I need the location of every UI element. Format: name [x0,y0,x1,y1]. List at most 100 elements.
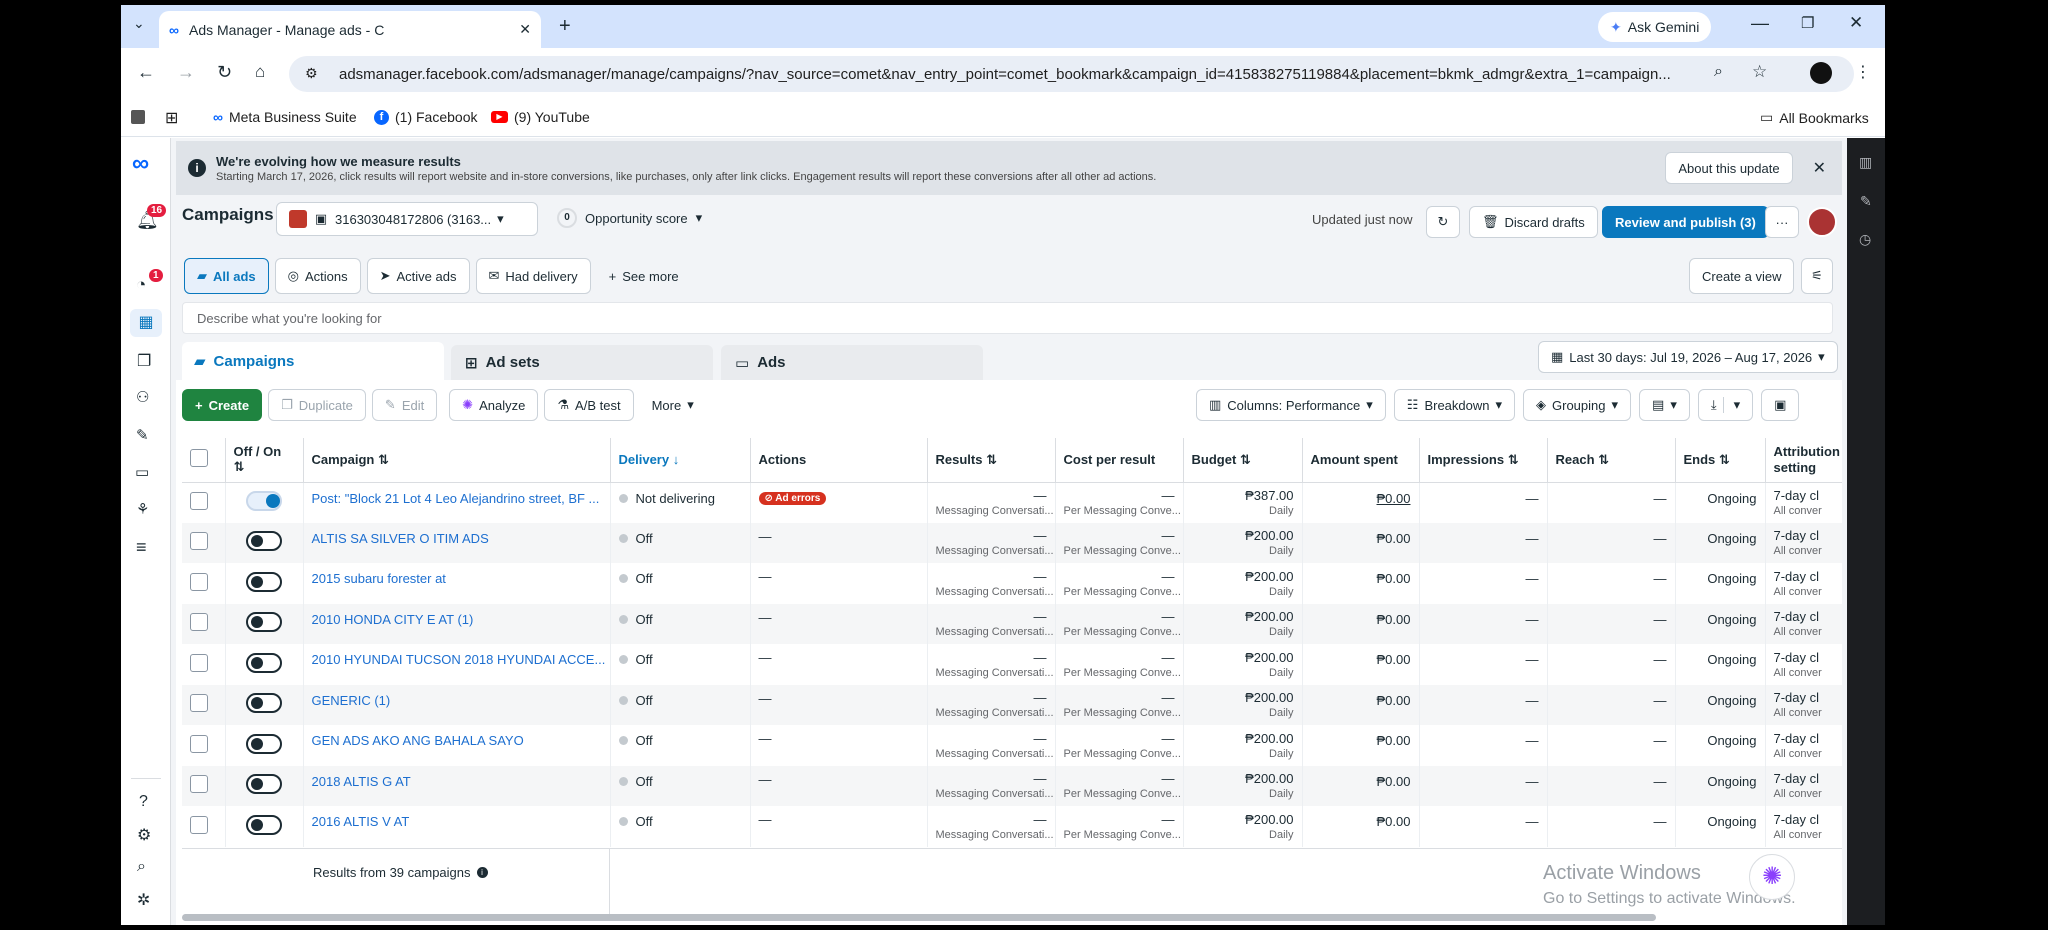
row-checkbox[interactable] [190,653,208,672]
search-input[interactable]: Describe what you're looking for [182,302,1833,334]
billing-icon[interactable]: ▭ [135,463,149,481]
filter-all-ads[interactable]: ▰ All ads [184,258,269,294]
ab-test-button[interactable]: ⚗ A/B test [544,389,634,421]
filter-actions[interactable]: ◎ Actions [274,258,361,294]
edit-button[interactable]: ✎ Edit [371,389,438,421]
campaign-toggle[interactable] [246,612,282,633]
all-bookmarks[interactable]: ▭ All Bookmarks [1760,109,1869,126]
business-settings-icon[interactable]: ⚘ [136,500,149,518]
zoom-icon[interactable]: ⌕ [1714,63,1723,81]
more-button[interactable]: More ▾ [639,389,706,421]
opportunity-score[interactable]: 0 Opportunity score ▾ [557,208,702,228]
table-row[interactable]: 2016 ALTIS V AT Off — — Messaging Conversati… [182,806,1842,847]
table-row[interactable]: 2010 HONDA CITY E AT (1) Off — — Messaging C… [182,603,1842,644]
all-tools-icon[interactable]: ≡ [136,537,147,558]
col-cost-per-result[interactable]: Cost per result [1055,438,1184,483]
info-icon[interactable]: i [476,867,488,878]
campaign-name-link[interactable]: Post: "Block 21 Lot 4 Leo Alejandrino st… [312,491,600,506]
chart-icon[interactable]: ▥ [1859,154,1872,171]
ads-manager-nav-icon[interactable]: ▦ [130,309,162,337]
user-avatar[interactable] [1807,207,1837,237]
campaign-name-link[interactable]: 2010 HYUNDAI TUCSON 2018 HYUNDAI ACCE... [312,652,606,667]
col-impressions[interactable]: Impressions ⇅ [1419,438,1548,483]
home-icon[interactable]: ⌂ [255,62,265,82]
campaign-toggle[interactable] [246,774,282,795]
filter-had-delivery[interactable]: ✉ Had delivery [475,258,591,294]
campaign-name-link[interactable]: 2016 ALTIS V AT [312,814,410,829]
row-checkbox[interactable] [190,734,208,753]
reload-icon[interactable]: ↻ [217,62,232,83]
tab-search-chevron-icon[interactable]: ⌄ [133,15,145,32]
campaign-name-link[interactable]: 2018 ALTIS G AT [312,774,411,789]
budget-value[interactable]: ₱200.00 [1245,609,1293,624]
discard-drafts-button[interactable]: 🗑︎ Discard drafts [1469,206,1598,238]
campaign-name-link[interactable]: GEN ADS AKO ANG BAHALA SAYO [312,733,524,748]
new-tab-icon[interactable]: + [559,15,571,38]
duplicate-button[interactable]: ❐ Duplicate [268,389,366,421]
tab-ad-sets[interactable]: ⊞ Ad sets [451,345,713,380]
chrome-menu-icon[interactable]: ⋮ [1855,62,1871,82]
col-campaign[interactable]: Campaign ⇅ [303,438,611,483]
campaign-toggle[interactable] [246,652,282,673]
budget-value[interactable]: ₱200.00 [1245,569,1293,584]
review-publish-button[interactable]: Review and publish (3) [1602,206,1769,238]
campaign-toggle[interactable] [246,531,282,552]
table-row[interactable]: 2015 subaru forester at Off — — Messaging Co… [182,563,1842,604]
col-attribution[interactable]: Attribution setting [1765,438,1842,483]
table-row[interactable]: Post: "Block 21 Lot 4 Leo Alejandrino st… [182,482,1842,523]
site-info-icon[interactable]: ⚙ [305,65,318,82]
refresh-button[interactable]: ↻ [1426,206,1460,238]
apps-grid-icon[interactable]: ⊞ [165,108,178,128]
row-checkbox[interactable] [190,492,208,510]
back-icon[interactable]: ← [137,62,155,83]
col-delivery[interactable]: Delivery ↓ [610,438,751,483]
export-button[interactable]: ⤓ ▾ [1697,389,1754,421]
columns-button[interactable]: ▥ Columns: Performance ▾ [1196,389,1386,421]
restore-icon[interactable]: ❐ [1801,14,1814,32]
ad-errors-badge[interactable]: ⊘ Ad errors [758,491,827,505]
budget-value[interactable]: ₱200.00 [1245,771,1293,786]
col-amount-spent[interactable]: Amount spent [1302,438,1420,483]
more-options-button[interactable]: ··· [1765,206,1799,238]
col-off-on[interactable]: Off / On ⇅ [225,438,304,483]
campaign-toggle[interactable] [246,571,282,592]
row-checkbox[interactable] [190,694,208,713]
create-button[interactable]: + Create [182,389,263,421]
create-view-button[interactable]: Create a view [1689,258,1795,294]
alerts-icon[interactable]: ◔ [136,275,146,295]
bookmark-youtube[interactable]: ▶ (9) YouTube [491,109,590,125]
row-checkbox[interactable] [190,815,208,834]
row-checkbox[interactable] [190,572,208,591]
table-row[interactable]: ALTIS SA SILVER O ITIM ADS Off — — Messaging… [182,522,1842,563]
bookmark-app-icon[interactable] [131,110,145,124]
bug-report-icon[interactable]: ✲ [137,890,150,910]
tab-ads[interactable]: ▭ Ads [721,345,983,380]
see-more-button[interactable]: + See more [597,258,691,294]
campaign-name-link[interactable]: 2010 HONDA CITY E AT (1) [312,612,474,627]
search-icon[interactable]: ⌕ [137,858,146,876]
url-field[interactable]: ⚙ adsmanager.facebook.com/adsmanager/man… [289,56,1854,92]
campaign-toggle[interactable] [246,814,282,835]
budget-value[interactable]: ₱200.00 [1245,650,1293,665]
col-actions[interactable]: Actions [750,438,928,483]
history-clock-icon[interactable]: ◷ [1859,231,1871,248]
about-update-button[interactable]: About this update [1665,152,1793,184]
tab-campaigns[interactable]: ▰ Campaigns [182,342,444,380]
campaign-toggle[interactable] [246,733,282,754]
profile-avatar[interactable] [1810,62,1832,84]
meta-ai-assistant-icon[interactable]: ✺ [1749,854,1795,900]
date-range-picker[interactable]: ▦ Last 30 days: Jul 19, 2026 – Aug 17, 20… [1538,341,1838,373]
close-window-icon[interactable]: ✕ [1849,13,1863,33]
col-results[interactable]: Results ⇅ [927,438,1056,483]
campaign-toggle[interactable] [246,693,282,714]
ask-gemini-button[interactable]: ✦ Ask Gemini [1598,12,1712,42]
row-checkbox[interactable] [190,613,208,632]
edit-pencil-icon[interactable]: ✎ [1860,193,1872,210]
campaign-toggle[interactable] [246,491,282,511]
close-banner-icon[interactable]: ✕ [1813,158,1826,178]
budget-value[interactable]: ₱200.00 [1245,528,1293,543]
settings-gear-icon[interactable]: ⚙ [137,825,151,845]
audiences-icon[interactable]: ⚇ [136,388,149,406]
analyze-button[interactable]: ✺ Analyze [449,389,539,421]
meta-logo-icon[interactable]: ∞ [132,150,149,178]
